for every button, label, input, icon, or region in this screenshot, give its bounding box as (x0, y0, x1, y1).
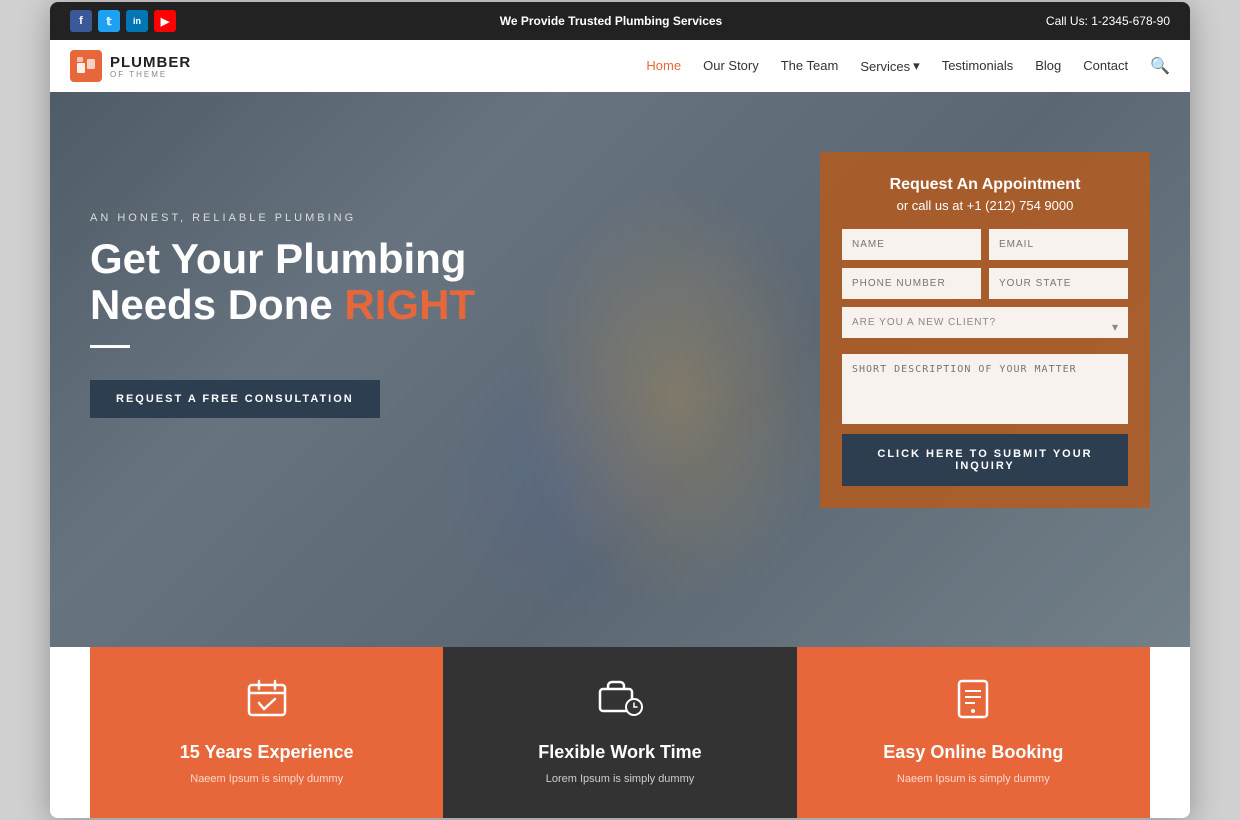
logo-text-block: PLUMBER OF THEME (110, 54, 191, 79)
experience-desc: Naeem Ipsum is simply dummy (190, 771, 343, 788)
nav-search[interactable]: 🔍 (1150, 56, 1170, 76)
state-input[interactable] (989, 268, 1128, 299)
nav-the-team[interactable]: The Team (781, 57, 839, 75)
nav-links: Home Our Story The Team Services ▾ Testi… (646, 56, 1170, 76)
nav-home[interactable]: Home (646, 57, 681, 75)
youtube-icon[interactable]: ▶ (154, 10, 176, 32)
search-icon[interactable]: 🔍 (1150, 58, 1170, 75)
logo-sub: OF THEME (110, 70, 191, 79)
form-row-phone-state (842, 268, 1128, 299)
browser-window: f 𝕥 in ▶ We Provide Trusted Plumbing Ser… (50, 2, 1190, 818)
appointment-title: Request An Appointment (842, 176, 1128, 194)
client-select[interactable]: ARE YOU A NEW CLIENT? YES NO (842, 307, 1128, 338)
linkedin-icon[interactable]: in (126, 10, 148, 32)
submit-inquiry-button[interactable]: CLICK HERE TO SUBMIT YOUR INQUIRY (842, 434, 1128, 486)
appointment-box: Request An Appointment or call us at +1 … (820, 152, 1150, 508)
feature-flexible: Flexible Work Time Lorem Ipsum is simply… (443, 647, 796, 818)
email-input[interactable] (989, 229, 1128, 260)
facebook-icon[interactable]: f (70, 10, 92, 32)
hero-content: AN HONEST, RELIABLE PLUMBING Get Your Pl… (50, 92, 1190, 647)
logo: PLUMBER OF THEME (70, 50, 191, 82)
hero-title: Get Your Plumbing Needs Done RIGHT (90, 236, 780, 328)
hero-right: Request An Appointment or call us at +1 … (820, 132, 1150, 508)
phone-book-icon (951, 677, 995, 730)
hero-divider (90, 345, 130, 348)
nav-contact[interactable]: Contact (1083, 57, 1128, 75)
twitter-icon[interactable]: 𝕥 (98, 10, 120, 32)
flexible-title: Flexible Work Time (538, 742, 701, 763)
hero-title-highlight: RIGHT (344, 281, 475, 328)
experience-title: 15 Years Experience (180, 742, 354, 763)
hero-title-line2: Needs Done (90, 281, 344, 328)
nav-our-story[interactable]: Our Story (703, 57, 759, 75)
logo-icon (70, 50, 102, 82)
hero-section: AN HONEST, RELIABLE PLUMBING Get Your Pl… (50, 92, 1190, 647)
phone-input[interactable] (842, 268, 981, 299)
features-bar: 15 Years Experience Naeem Ipsum is simpl… (50, 647, 1190, 818)
nav-services[interactable]: Services ▾ (860, 58, 919, 74)
name-input[interactable] (842, 229, 981, 260)
calendar-icon (245, 677, 289, 730)
feature-experience: 15 Years Experience Naeem Ipsum is simpl… (90, 647, 443, 818)
navbar: PLUMBER OF THEME Home Our Story The Team… (50, 40, 1190, 92)
hero-left: AN HONEST, RELIABLE PLUMBING Get Your Pl… (90, 132, 780, 417)
top-phone: Call Us: 1-2345-678-90 (1046, 14, 1170, 28)
nav-testimonials[interactable]: Testimonials (942, 57, 1014, 75)
top-tagline: We Provide Trusted Plumbing Services (500, 14, 723, 28)
briefcase-clock-icon (596, 677, 644, 730)
form-row-name-email (842, 229, 1128, 260)
client-select-wrapper: ARE YOU A NEW CLIENT? YES NO (842, 307, 1128, 346)
logo-brand: PLUMBER (110, 54, 191, 71)
consultation-button[interactable]: REQUEST A FREE CONSULTATION (90, 380, 380, 418)
logo-svg (75, 55, 97, 77)
dropdown-arrow-icon: ▾ (913, 58, 920, 74)
booking-desc: Naeem Ipsum is simply dummy (897, 771, 1050, 788)
description-textarea[interactable] (842, 354, 1128, 424)
flexible-desc: Lorem Ipsum is simply dummy (546, 771, 695, 788)
top-bar: f 𝕥 in ▶ We Provide Trusted Plumbing Ser… (50, 2, 1190, 40)
hero-tagline: AN HONEST, RELIABLE PLUMBING (90, 212, 780, 224)
feature-booking: Easy Online Booking Naeem Ipsum is simpl… (797, 647, 1150, 818)
appointment-subtitle: or call us at +1 (212) 754 9000 (842, 198, 1128, 213)
nav-blog[interactable]: Blog (1035, 57, 1061, 75)
booking-title: Easy Online Booking (883, 742, 1063, 763)
hero-title-line1: Get Your Plumbing (90, 235, 466, 282)
social-icons: f 𝕥 in ▶ (70, 10, 176, 32)
